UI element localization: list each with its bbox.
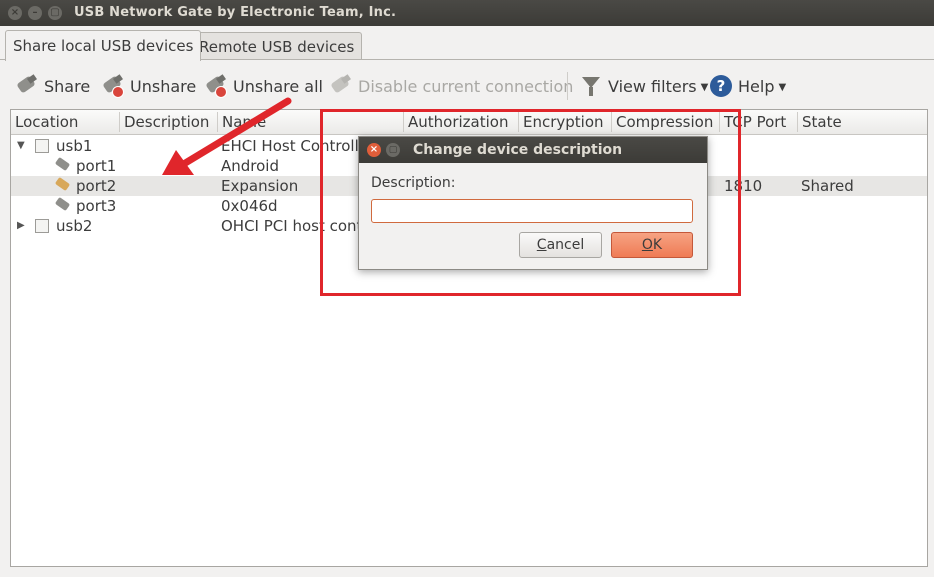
expander-closed-icon[interactable]: ▶ <box>17 220 25 231</box>
ok-button[interactable]: OK <box>611 232 693 258</box>
window-maximize-icon[interactable]: ▢ <box>48 6 62 20</box>
usb-device-icon <box>54 156 71 172</box>
disable-connection-button[interactable]: Disable current connection <box>330 72 573 100</box>
title-bar: × – ▢ USB Network Gate by Electronic Tea… <box>0 0 934 26</box>
unshare-all-label: Unshare all <box>233 76 323 96</box>
location-cell: port2 <box>76 177 117 195</box>
window-close-icon[interactable]: × <box>8 6 22 20</box>
dialog-close-icon[interactable]: × <box>367 143 381 157</box>
annotation-arrow-icon <box>162 97 292 175</box>
view-filters-button[interactable]: View filters ▼ <box>580 72 708 100</box>
description-label: Description: <box>371 175 456 191</box>
usb-unshare-all-icon <box>205 74 227 98</box>
usb-shared-device-icon <box>54 176 71 192</box>
location-cell: port3 <box>76 197 117 215</box>
funnel-icon <box>580 75 602 97</box>
col-state[interactable]: State <box>802 113 842 133</box>
tab-remote[interactable]: Remote USB devices <box>191 32 363 60</box>
chevron-down-icon: ▼ <box>700 82 709 93</box>
help-icon: ? <box>710 75 732 97</box>
location-cell: usb2 <box>56 217 93 235</box>
usb-plug-icon <box>16 74 38 97</box>
dialog-title-bar: × ▢ Change device description <box>359 137 707 163</box>
tab-bar: Share local USB devices Remote USB devic… <box>0 26 934 61</box>
state-cell: Shared <box>801 177 854 195</box>
chevron-down-icon: ▼ <box>778 82 787 93</box>
cancel-button[interactable]: Cancel <box>519 232 602 258</box>
unshare-label: Unshare <box>130 76 197 96</box>
expander-open-icon[interactable]: ▼ <box>17 140 25 151</box>
name-cell: 0x046d <box>221 197 278 215</box>
toolbar-separator <box>567 72 568 100</box>
help-label: Help <box>738 76 775 96</box>
usb-hub-icon <box>35 219 49 233</box>
description-input[interactable] <box>371 199 693 223</box>
usb-disconnect-icon <box>330 74 352 97</box>
change-description-dialog: × ▢ Change device description Descriptio… <box>358 136 708 270</box>
location-cell: usb1 <box>56 137 93 155</box>
usb-hub-icon <box>35 139 49 153</box>
usb-device-icon <box>54 196 71 212</box>
disable-connection-label: Disable current connection <box>358 76 574 96</box>
view-filters-label: View filters <box>608 76 697 96</box>
app-window: × – ▢ USB Network Gate by Electronic Tea… <box>0 0 934 577</box>
tab-share-local[interactable]: Share local USB devices <box>5 30 202 61</box>
window-title: USB Network Gate by Electronic Team, Inc… <box>74 5 397 20</box>
col-location[interactable]: Location <box>15 113 78 133</box>
dialog-title: Change device description <box>413 142 623 158</box>
dialog-minimize-icon[interactable]: ▢ <box>386 143 400 157</box>
help-button[interactable]: ? Help ▼ <box>710 72 786 100</box>
share-label: Share <box>44 76 91 96</box>
location-cell: port1 <box>76 157 117 175</box>
toolbar: Share Unshare Unshare all Disable curren… <box>10 66 930 106</box>
usb-unshare-icon <box>102 74 124 98</box>
window-minimize-icon[interactable]: – <box>28 6 42 20</box>
share-button[interactable]: Share <box>16 72 90 100</box>
